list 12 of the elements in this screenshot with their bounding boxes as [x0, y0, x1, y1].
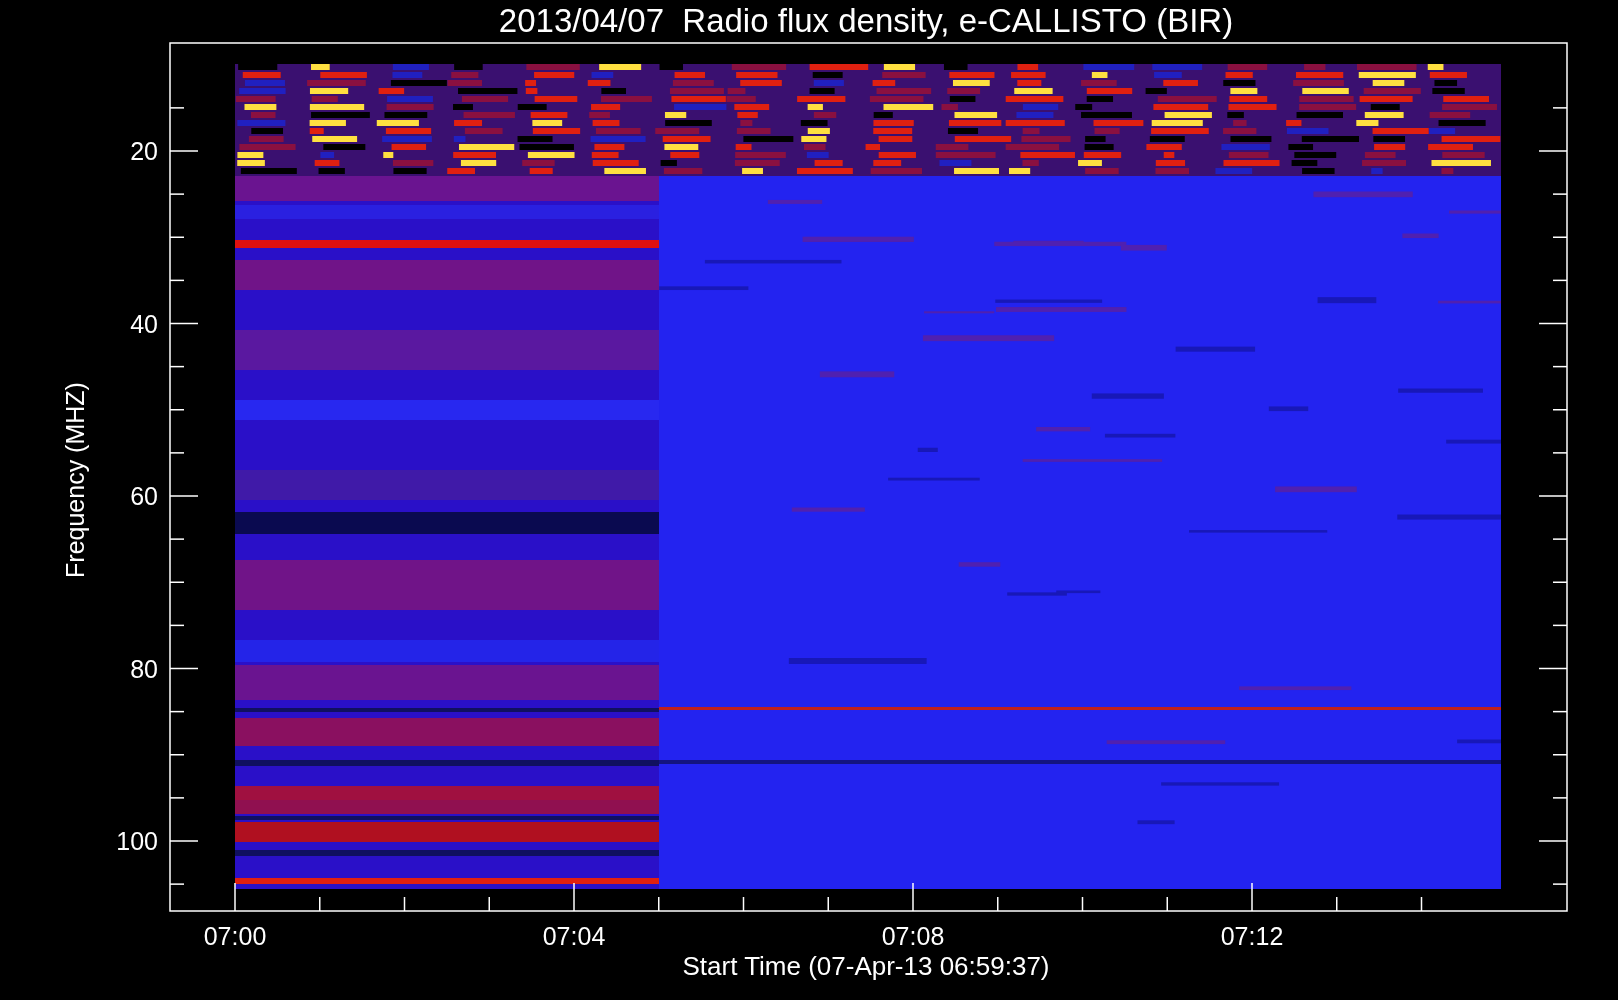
tick-label: 07:00 [203, 922, 267, 950]
tick-label: 07:12 [1220, 922, 1284, 950]
tick-label: 100 [116, 827, 158, 855]
axis-label: Start Time (07-Apr-13 06:59:37) [682, 951, 1050, 981]
tick-label: 40 [130, 309, 158, 338]
tick-label: 07:08 [881, 922, 945, 950]
axis-label: Frequency (MHZ) [61, 382, 89, 578]
tick-label: 80 [130, 654, 158, 683]
tick-label: 20 [130, 137, 158, 165]
chart-title: 2013/04/07 Radio flux density, e-CALLISTO (BIR) [498, 2, 1234, 39]
tick-label: 60 [130, 482, 158, 510]
tick-label: 07:04 [542, 922, 606, 950]
